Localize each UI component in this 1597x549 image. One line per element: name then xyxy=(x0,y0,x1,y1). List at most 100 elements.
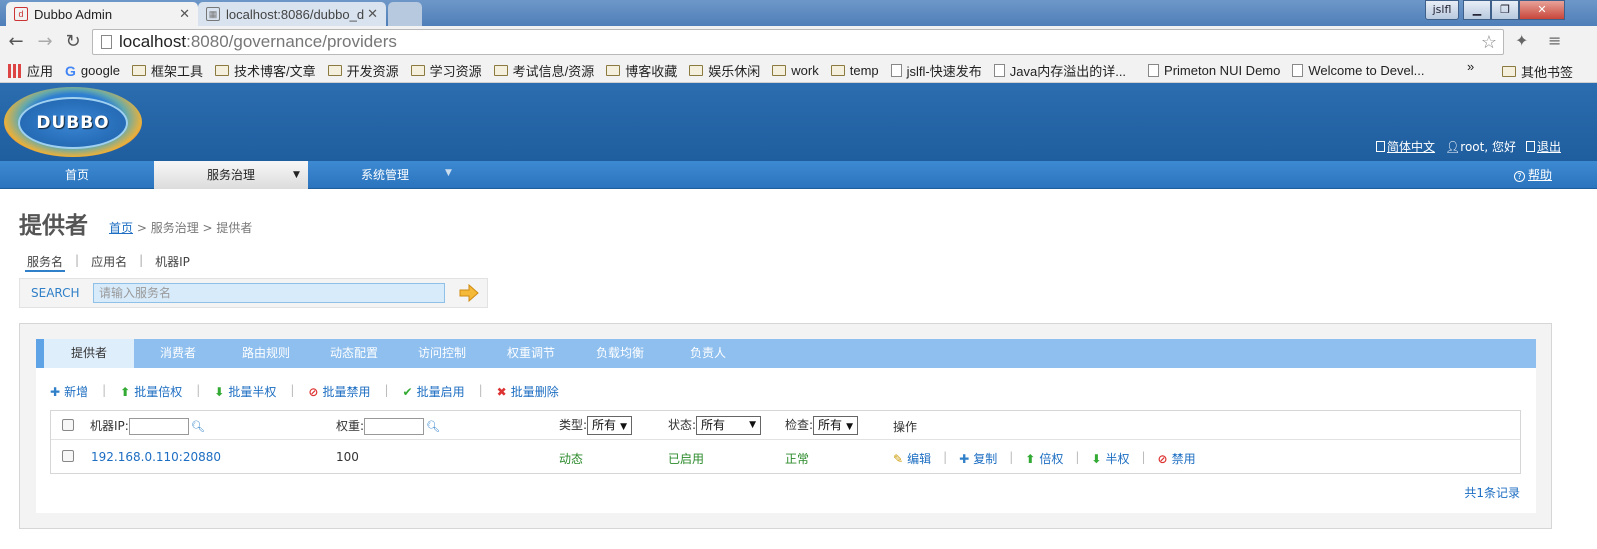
profile-button[interactable]: jslfl xyxy=(1425,0,1459,20)
subtab-providers[interactable]: 提供者 xyxy=(44,339,134,368)
help-link[interactable]: 帮助 xyxy=(1528,168,1552,182)
ip-filter-input[interactable] xyxy=(128,418,189,435)
bookmark-item[interactable]: 博客收藏 xyxy=(606,61,677,80)
folder-icon xyxy=(214,65,229,76)
dropdown-caret-icon: ▼ xyxy=(445,168,452,178)
check-select[interactable]: 所有 ▼ xyxy=(813,416,858,435)
search-type-tabs: 服务名 | 应用名 | 机器IP xyxy=(25,253,192,272)
chevron-down-icon: ▼ xyxy=(749,420,757,430)
bookmark-item[interactable]: jslfl-快速发布 xyxy=(890,61,982,80)
bookmark-item[interactable]: Primeton NUI Demo xyxy=(1148,63,1280,78)
close-tab-icon[interactable]: ✕ xyxy=(179,6,190,22)
disable-button[interactable]: ⊘ 禁用 xyxy=(1158,450,1196,467)
minimize-button[interactable]: ▁ xyxy=(1463,0,1491,20)
other-bookmarks-folder[interactable]: 其他书签 xyxy=(1502,62,1573,81)
type-select[interactable]: 所有 ▼ xyxy=(587,416,632,435)
weight-filter-input[interactable] xyxy=(364,418,425,435)
half-weight-button[interactable]: ⬇ 半权 xyxy=(1091,450,1129,467)
row-checkbox[interactable] xyxy=(62,450,74,462)
browser-tab-localhost[interactable]: ▦ localhost:8086/dubbo_d ✕ xyxy=(198,2,386,26)
bookmark-label: 考试信息/资源 xyxy=(512,64,595,79)
subtab-dynamic-config[interactable]: 动态配置 xyxy=(310,339,398,368)
ban-icon: ⊘ xyxy=(1157,452,1168,466)
edit-button[interactable]: ✎ 编辑 xyxy=(893,450,931,467)
dubbo-favicon-icon: d xyxy=(14,7,28,21)
bookmark-item[interactable]: Java内存溢出的详... xyxy=(993,61,1126,80)
back-arrow-icon[interactable]: ← xyxy=(5,31,27,53)
language-link[interactable]: 简体中文 xyxy=(1387,140,1435,154)
batch-double-weight-button[interactable]: ⬆ 批量倍权 xyxy=(120,383,182,400)
new-tab-button[interactable] xyxy=(388,2,422,26)
bookmark-item[interactable]: temp xyxy=(830,63,879,78)
logout-link[interactable]: 退出 xyxy=(1537,140,1561,154)
browser-tab-dubbo-admin[interactable]: d Dubbo Admin ✕ xyxy=(6,2,198,26)
add-button[interactable]: ✚ 新增 xyxy=(50,383,88,400)
bookmark-item[interactable]: 技术博客/文章 xyxy=(214,61,316,80)
search-tab-service-name[interactable]: 服务名 xyxy=(25,253,66,272)
search-icon[interactable]: 🔍︎ xyxy=(191,420,205,433)
bookmark-item[interactable]: 考试信息/资源 xyxy=(493,61,595,80)
extension-icon[interactable]: ✦ xyxy=(1515,31,1528,50)
bookmark-star-icon[interactable]: ☆ xyxy=(1481,30,1497,54)
folder-icon xyxy=(689,65,704,76)
restore-button[interactable]: ❐ xyxy=(1491,0,1519,20)
search-icon[interactable]: 🔍︎ xyxy=(426,420,440,433)
ip-filter: 机器IP: 🔍︎ xyxy=(90,417,205,435)
subtab-weight[interactable]: 权重调节 xyxy=(486,339,576,368)
subtab-consumers[interactable]: 消费者 xyxy=(134,339,222,368)
nav-item-home[interactable]: 首页 xyxy=(0,161,154,189)
search-go-arrow-icon[interactable] xyxy=(459,284,479,302)
bookmark-item[interactable]: 娱乐休闲 xyxy=(689,61,760,80)
search-input[interactable] xyxy=(93,283,445,303)
bookmark-label: google xyxy=(80,63,120,78)
chevron-down-icon: ▼ xyxy=(620,422,627,432)
bookmark-item[interactable]: Welcome to Devel... xyxy=(1292,63,1424,78)
check-header-label: 检查: xyxy=(785,418,814,432)
select-all-checkbox[interactable] xyxy=(62,419,74,431)
up-arrow-icon: ⬆ xyxy=(1025,452,1036,466)
provider-address-link[interactable]: 192.168.0.110:20880 xyxy=(91,450,221,464)
bookmark-item[interactable]: 应用 xyxy=(8,61,53,80)
type-filter: 类型: 所有 ▼ xyxy=(559,416,632,435)
breadcrumb-home[interactable]: 首页 xyxy=(109,221,133,235)
copy-button[interactable]: ✚ 复制 xyxy=(959,450,997,467)
divider: | xyxy=(102,383,107,397)
help-link-group: ? 帮助 xyxy=(1513,161,1552,189)
status-select[interactable]: 所有 ▼ xyxy=(696,416,762,435)
menu-icon[interactable]: ≡ xyxy=(1548,31,1561,50)
batch-enable-button[interactable]: ✔ 批量启用 xyxy=(403,383,465,400)
help-icon: ? xyxy=(1513,171,1525,182)
dubbo-logo[interactable]: DUBBO xyxy=(4,87,142,157)
subtab-access-control[interactable]: 访问控制 xyxy=(398,339,486,368)
batch-disable-button[interactable]: ⊘ 批量禁用 xyxy=(308,383,370,400)
bookmark-label: work xyxy=(791,63,819,78)
bookmark-item[interactable]: 框架工具 xyxy=(131,61,203,80)
close-tab-icon[interactable]: ✕ xyxy=(367,6,378,22)
divider: | xyxy=(478,383,483,397)
reload-icon[interactable]: ↻ xyxy=(62,31,84,53)
address-bar[interactable]: localhost:8080/governance/providers ☆ xyxy=(92,29,1504,55)
divider: | xyxy=(196,383,201,397)
subtab-load-balance[interactable]: 负载均衡 xyxy=(576,339,664,368)
bookmark-item[interactable]: work xyxy=(772,63,819,78)
bookmark-label: 博客收藏 xyxy=(625,64,678,79)
bookmark-item[interactable]: Ggoogle xyxy=(65,63,120,79)
nav-item-service-governance[interactable]: 服务治理 ▼ xyxy=(154,161,308,189)
batch-delete-button[interactable]: ✖ 批量删除 xyxy=(497,383,559,400)
search-tab-machine-ip[interactable]: 机器IP xyxy=(153,253,192,272)
bookmark-item[interactable]: 开发资源 xyxy=(327,61,399,80)
browser-toolbar: ← → ↻ localhost:8080/governance/provider… xyxy=(0,26,1597,59)
bookmarks-bar: 应用 Ggoogle 框架工具 技术博客/文章 开发资源 学习资源 考试信息/资源 博客收藏 娱… xyxy=(0,59,1597,83)
bookmark-item[interactable]: 学习资源 xyxy=(410,61,482,80)
logo-text: DUBBO xyxy=(36,113,110,133)
forward-arrow-icon[interactable]: → xyxy=(34,31,56,53)
subtab-owners[interactable]: 负责人 xyxy=(664,339,752,368)
double-weight-button[interactable]: ⬆ 倍权 xyxy=(1025,450,1063,467)
close-window-button[interactable]: ✕ xyxy=(1519,0,1565,20)
search-tab-app-name[interactable]: 应用名 xyxy=(89,253,129,272)
bookmarks-overflow-button[interactable]: » xyxy=(1467,59,1474,74)
subtab-routes[interactable]: 路由规则 xyxy=(222,339,310,368)
folder-icon xyxy=(772,65,787,76)
batch-half-weight-button[interactable]: ⬇ 批量半权 xyxy=(214,383,276,400)
nav-item-system-management[interactable]: 系统管理 ▼ xyxy=(308,161,462,189)
